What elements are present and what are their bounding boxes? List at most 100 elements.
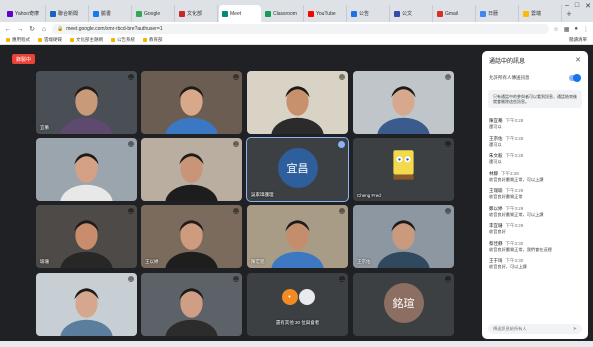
sender-name: 朱文毅	[489, 153, 503, 158]
address-bar: ← → ↻ ⌂ 🔒 meet.google.com/xmr-rbcd-bre?a…	[0, 22, 593, 36]
participant-tile[interactable]: …	[247, 71, 348, 134]
close-window-icon[interactable]: ✕	[585, 2, 591, 10]
allow-messages-toggle[interactable]	[569, 74, 581, 82]
back-icon[interactable]: ←	[4, 26, 12, 33]
video-feed	[141, 138, 242, 201]
reading-list-link[interactable]: 閱讀清單	[569, 37, 587, 43]
message-text: 還可以	[489, 159, 502, 164]
browser-tab[interactable]: Gmail	[434, 5, 476, 22]
message-time: 下午3:28	[505, 118, 524, 123]
participant-tile[interactable]: …	[353, 71, 454, 134]
url-input[interactable]: 🔒 meet.google.com/xmr-rbcd-bre?authuser=…	[52, 24, 550, 34]
video-feed	[247, 71, 348, 134]
participant-tile[interactable]: …	[141, 71, 242, 134]
folder-icon	[143, 38, 147, 42]
reload-icon[interactable]: ↻	[28, 25, 36, 33]
browser-tab[interactable]: 臉書	[90, 5, 132, 22]
participant-tile[interactable]: … 王宗佑	[353, 205, 454, 268]
message-time: 下午3:29	[505, 205, 524, 211]
participant-tile[interactable]: … 瑜珊	[36, 205, 137, 268]
browser-tab[interactable]: Google	[133, 5, 175, 22]
folder-icon	[6, 38, 10, 42]
browser-tab[interactable]: 聯合新聞	[47, 5, 89, 22]
browser-tab[interactable]: Classroom	[262, 5, 304, 22]
participant-tile[interactable]: … 陳宏銘	[247, 205, 348, 268]
favicon-icon	[523, 10, 529, 17]
chat-title: 通話中的訊息	[489, 58, 526, 65]
bookmark-label: 教育部	[149, 37, 163, 42]
bookmark-item[interactable]: 文化部主題網	[70, 37, 103, 43]
avatar: 銘瑄	[383, 283, 424, 323]
participant-tile[interactable]: … 宜蓁	[36, 71, 137, 134]
maximize-icon[interactable]: □	[575, 2, 579, 10]
sender-name: 陳宜蓁	[489, 118, 503, 123]
sender-name: 王于琦	[489, 258, 503, 263]
chat-message: 王于琦 下午3:30 收音良好，可以上課	[482, 254, 588, 272]
menu-icon[interactable]: ⋮	[583, 26, 589, 33]
mic-status-icon: …	[445, 208, 451, 214]
participant-tile[interactable]: …	[36, 138, 137, 201]
favicon-icon	[50, 10, 56, 17]
tab-label: 公告	[359, 11, 370, 17]
toolbar-actions: ☆ ▦ ● ⋮	[553, 26, 589, 33]
home-icon[interactable]: ⌂	[40, 26, 48, 33]
participant-tile[interactable]: 銘瑄…	[353, 273, 454, 336]
participant-tile[interactable]: … Cheng Fred	[353, 138, 454, 201]
bookmark-label: 文化部主題網	[76, 37, 103, 42]
bookmark-item[interactable]: 應用程式	[6, 37, 30, 43]
chat-message: 鄭以婷 下午3:29 收音良好畫質正常，可以上課	[482, 202, 588, 220]
participant-name: 陳宏銘	[251, 259, 265, 264]
mic-status-icon: …	[233, 74, 239, 80]
participant-tile[interactable]: • … 還有其他 30 位與會者	[247, 273, 348, 336]
bookmark-item[interactable]: 公告系統	[111, 37, 135, 43]
mic-status-icon: …	[233, 276, 239, 282]
message-text: 收音良好畫質正常，可以上課	[489, 211, 544, 217]
bottom-strip	[0, 341, 593, 347]
browser-tab[interactable]: 雲端	[520, 5, 562, 22]
tab-label: Gmail	[445, 10, 459, 17]
participant-tile[interactable]: … 王以婷	[141, 205, 242, 268]
profile-icon[interactable]: ●	[574, 26, 578, 33]
chat-message: 蔡佳靜 下午3:30 收音良好畫質正常，我們會在這裡	[482, 237, 588, 255]
tab-label: Classroom	[273, 10, 297, 17]
chat-header: 通話中的訊息 ✕	[482, 51, 588, 69]
video-feed	[36, 205, 137, 268]
browser-tab[interactable]: 日曆	[477, 5, 519, 22]
minimize-icon[interactable]: –	[565, 2, 569, 10]
chat-message: 朱文毅 下午3:28 還可以	[482, 149, 588, 167]
browser-tab[interactable]: 公告	[348, 5, 390, 22]
mic-status-icon: …	[233, 208, 239, 214]
tab-list: Yahoo奇摩 聯合新聞 臉書 Google 文化部 Meet Classroom YouTu…	[4, 0, 563, 22]
bookmark-item[interactable]: 教育部	[143, 37, 163, 43]
bookmark-item[interactable]: 雲端硬碟	[38, 37, 62, 43]
mic-status-icon: …	[128, 141, 134, 147]
message-text: 收音良好，可以上課	[489, 264, 527, 269]
browser-tab[interactable]: YouTube	[305, 5, 347, 22]
folder-icon	[38, 38, 42, 42]
participant-tile[interactable]: …	[141, 273, 242, 336]
participant-avatar-icon	[298, 289, 315, 305]
browser-tab[interactable]: 文化部	[176, 5, 218, 22]
favicon-icon	[7, 10, 13, 17]
pin-icon[interactable]	[338, 141, 345, 148]
sender-name: 鄭以婷	[489, 205, 503, 211]
chat-input[interactable]: 傳送訊息給所有人 ➤	[488, 324, 582, 334]
participant-avatar-icon: •	[281, 289, 298, 305]
message-time: 下午3:28	[501, 170, 519, 176]
browser-tab[interactable]: Yahoo奇摩	[4, 5, 46, 22]
forward-icon[interactable]: →	[16, 26, 24, 33]
extensions-icon[interactable]: ▦	[564, 26, 570, 33]
close-icon[interactable]: ✕	[575, 56, 581, 64]
browser-tab[interactable]: 公文	[391, 5, 433, 22]
browser-tab[interactable]: Meet	[219, 5, 261, 22]
tab-label: Yahoo奇摩	[15, 11, 40, 17]
folder-icon	[70, 38, 74, 42]
chat-message: 李宜珊 下午3:29 收音良好	[482, 219, 588, 237]
participant-tile[interactable]: …	[36, 273, 137, 336]
send-icon[interactable]: ➤	[573, 326, 577, 332]
video-feed	[141, 273, 242, 336]
sender-name: 蔡佳靜	[489, 240, 503, 246]
participant-tile[interactable]: 宜昌 吳家瑋護理	[246, 137, 349, 202]
star-icon[interactable]: ☆	[553, 26, 558, 33]
participant-tile[interactable]: …	[141, 138, 242, 201]
